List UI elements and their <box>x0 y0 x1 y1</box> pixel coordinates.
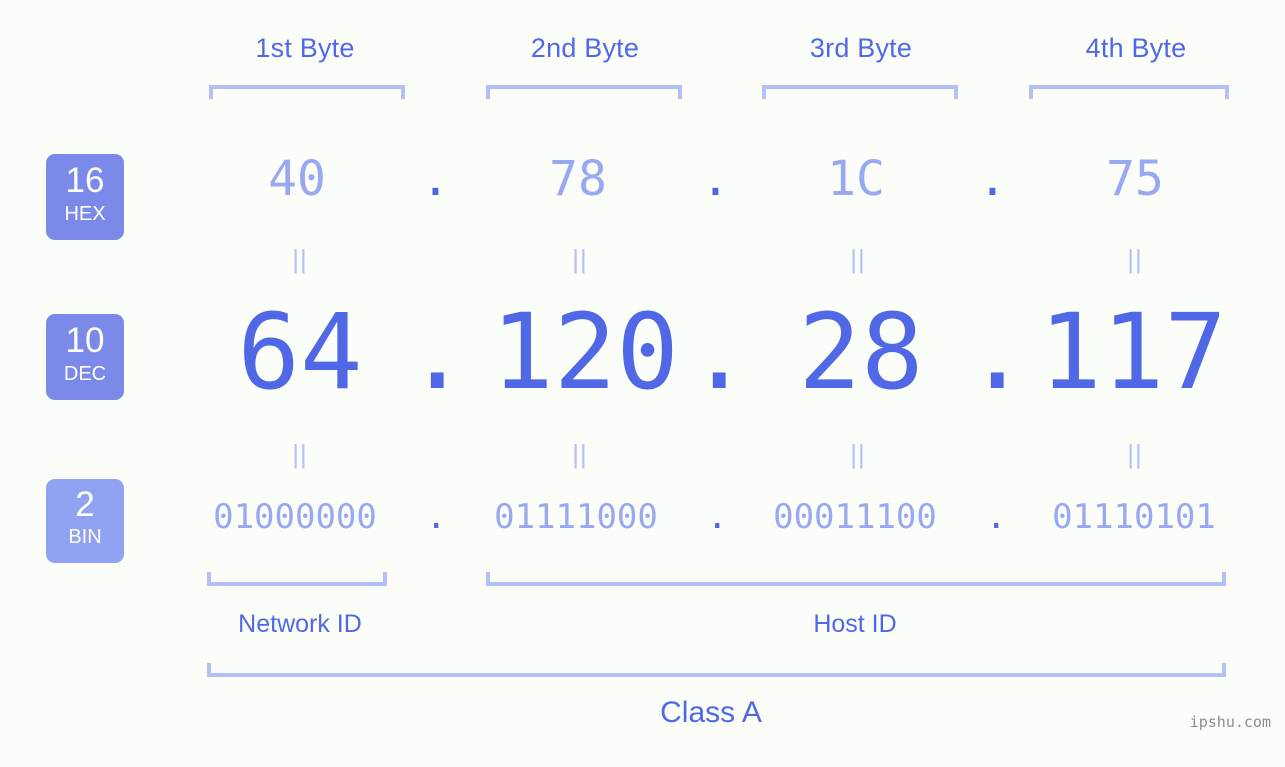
bin-separator-2: . <box>707 497 728 537</box>
equality-marker-hex-dec-4: || <box>1127 244 1143 274</box>
bin-byte-3: 00011100 <box>773 497 937 537</box>
equality-marker-dec-bin-1: || <box>292 439 308 469</box>
radix-badge-dec: 10 DEC <box>46 314 124 400</box>
radix-badge-hex-number: 16 <box>65 161 105 200</box>
byte-bracket-2 <box>486 85 682 99</box>
ip-class-label: Class A <box>660 696 762 729</box>
hex-separator-3: . <box>978 151 1007 207</box>
byte-bracket-4 <box>1029 85 1229 99</box>
byte-bracket-3 <box>762 85 958 99</box>
ip-class-bracket <box>207 663 1226 677</box>
radix-badge-dec-abbr: DEC <box>63 363 107 385</box>
byte-header-3: 3rd Byte <box>809 33 913 63</box>
dec-byte-2: 120 <box>491 291 679 413</box>
equality-marker-dec-bin-2: || <box>572 439 588 469</box>
hex-byte-1: 40 <box>268 151 326 207</box>
network-id-bracket <box>207 572 387 586</box>
hex-byte-3: 1C <box>827 151 885 207</box>
radix-badge-hex: 16 HEX <box>46 154 124 240</box>
dec-byte-4: 117 <box>1039 291 1227 413</box>
hex-byte-2: 78 <box>549 151 607 207</box>
radix-badge-hex-abbr: HEX <box>64 203 106 225</box>
hex-separator-2: . <box>701 151 730 207</box>
ip-breakdown-diagram: 1st Byte 2nd Byte 3rd Byte 4th Byte 16 H… <box>0 0 1285 767</box>
equality-marker-dec-bin-3: || <box>850 439 866 469</box>
equality-marker-dec-bin-4: || <box>1127 439 1143 469</box>
site-watermark: ipshu.com <box>1189 713 1271 731</box>
radix-badge-bin-abbr: BIN <box>68 526 102 548</box>
radix-badge-bin: 2 BIN <box>46 479 124 563</box>
dec-byte-3: 28 <box>798 291 924 413</box>
equality-marker-hex-dec-3: || <box>850 244 866 274</box>
equality-marker-hex-dec-2: || <box>572 244 588 274</box>
byte-header-2: 2nd Byte <box>530 33 640 63</box>
bin-separator-3: . <box>986 497 1007 537</box>
network-id-label: Network ID <box>238 610 362 638</box>
hex-byte-4: 75 <box>1106 151 1164 207</box>
radix-badge-bin-number: 2 <box>75 485 95 524</box>
bin-byte-4: 01110101 <box>1052 497 1216 537</box>
dec-byte-1: 64 <box>237 291 363 413</box>
host-id-bracket <box>486 572 1226 586</box>
bin-byte-2: 01111000 <box>494 497 658 537</box>
radix-badge-dec-number: 10 <box>65 321 105 360</box>
byte-header-1: 1st Byte <box>255 33 355 63</box>
bin-separator-1: . <box>426 497 447 537</box>
byte-header-4: 4th Byte <box>1085 33 1187 63</box>
hex-separator-1: . <box>421 151 450 207</box>
byte-bracket-1 <box>209 85 405 99</box>
equality-marker-hex-dec-1: || <box>292 244 308 274</box>
bin-byte-1: 01000000 <box>213 497 377 537</box>
host-id-label: Host ID <box>813 610 897 638</box>
